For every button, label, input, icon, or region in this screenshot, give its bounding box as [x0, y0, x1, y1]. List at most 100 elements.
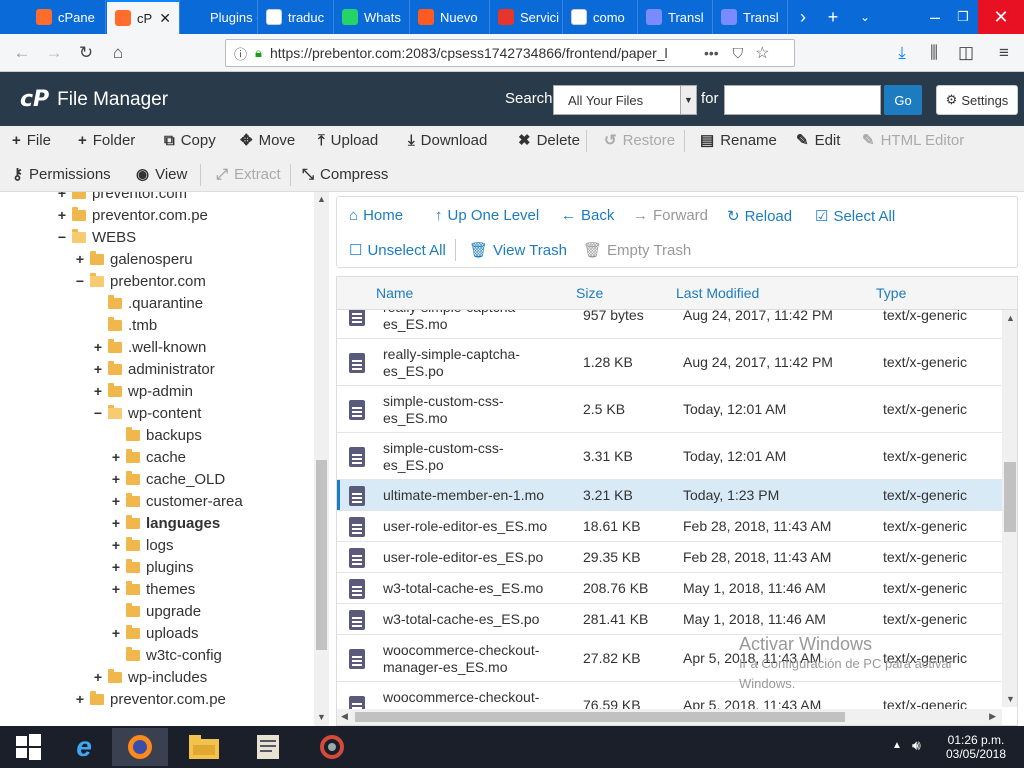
pocket-icon[interactable]: ⛉ [733, 45, 744, 62]
table-row[interactable]: user-role-editor-es_ES.po 29.35 KB Feb 28,… [337, 542, 1002, 573]
file-name[interactable]: user-role-editor-es_ES.mo [383, 518, 563, 535]
html-editor-button[interactable]: ✎ HTML Editor [862, 126, 964, 154]
table-row[interactable]: really-simple-captcha-es_ES.mo 957 bytes A… [337, 310, 1002, 339]
table-row[interactable]: user-role-editor-es_ES.mo 18.61 KB Feb 28,… [337, 511, 1002, 542]
upload-button[interactable]: ⤒ Upload [318, 126, 378, 154]
close-tab-icon[interactable]: ✕ [159, 10, 171, 27]
expand-icon[interactable]: + [92, 339, 104, 355]
expand-icon[interactable]: + [92, 383, 104, 399]
tree-item[interactable]: − WEBS [56, 226, 136, 248]
tab-4[interactable]: traduc [258, 0, 334, 34]
scroll-tabs-right-icon[interactable]: › [786, 0, 820, 34]
url-bar[interactable]: ⓘ 🔒︎ https://prebentor.com:2083/cpsess17… [225, 39, 795, 67]
chevron-up-icon[interactable]: ▲ [317, 194, 326, 204]
move-button[interactable]: ✥ Move [240, 126, 295, 154]
back-arrow-icon[interactable]: ← [8, 40, 36, 66]
bookmark-star-icon[interactable]: ☆ [755, 43, 769, 63]
tree-scrollbar-thumb[interactable] [316, 460, 327, 650]
expand-icon[interactable]: + [56, 207, 68, 223]
tab-2[interactable]: cP ✕ [107, 0, 180, 34]
tree-item[interactable]: w3tc-config [110, 644, 222, 666]
firefox-icon[interactable] [112, 728, 168, 766]
tree-item[interactable]: + wp-admin [92, 380, 193, 402]
chevron-down-icon[interactable]: ▼ [317, 712, 326, 722]
reload-button[interactable]: ↻ Reload [727, 207, 792, 226]
expand-icon[interactable]: + [74, 251, 86, 267]
column-header-name[interactable]: Name [376, 285, 413, 301]
collapse-icon[interactable]: − [92, 405, 104, 421]
download-arrow-icon[interactable]: ⤓ [888, 40, 916, 66]
column-header-type[interactable]: Type [876, 285, 906, 301]
download-button[interactable]: ⤓ Download [408, 126, 487, 154]
file-name[interactable]: woocommerce-checkout-manager-es_ES.mo [383, 642, 563, 676]
empty-trash-button[interactable]: 🗑︎ Empty Trash [583, 241, 691, 260]
expand-icon[interactable]: + [110, 471, 122, 487]
page-actions-icon[interactable]: ••• [704, 45, 719, 61]
expand-icon[interactable]: + [110, 581, 122, 597]
edit-button[interactable]: ✎ Edit [796, 126, 840, 154]
tab-6[interactable]: Nuevo [410, 0, 490, 34]
url-text[interactable]: https://prebentor.com:2083/cpsess1742734… [270, 45, 690, 61]
expand-icon[interactable]: + [110, 515, 122, 531]
windows-start-icon[interactable] [0, 728, 56, 766]
go-button[interactable]: Go [884, 85, 922, 115]
tab-10[interactable]: Transl [713, 0, 788, 34]
file-name[interactable]: simple-custom-css-es_ES.mo [383, 393, 563, 427]
table-row[interactable]: w3-total-cache-es_ES.mo 208.76 KB May 1, 2… [337, 573, 1002, 604]
tree-item[interactable]: + .well-known [92, 336, 206, 358]
tree-item[interactable]: + plugins [110, 556, 194, 578]
list-vertical-scrollbar-thumb[interactable] [1004, 462, 1016, 532]
cpanel-logo[interactable]: cP File Manager [20, 87, 168, 112]
rename-button[interactable]: ▤ Rename [700, 126, 777, 154]
unselect-all-button[interactable]: ☐ Unselect All [349, 241, 446, 260]
expand-icon[interactable]: + [74, 691, 86, 707]
tree-item[interactable]: + logs [110, 534, 174, 556]
file-button[interactable]: + File [12, 126, 51, 154]
tab-list-dropdown-icon[interactable]: ⌄ [848, 0, 882, 34]
tree-item[interactable]: + galenosperu [74, 248, 193, 270]
library-icon[interactable]: ⫼ [920, 40, 948, 66]
collapse-icon[interactable]: − [74, 273, 86, 289]
tree-item[interactable]: .quarantine [92, 292, 203, 314]
expand-icon[interactable]: + [56, 192, 68, 201]
tab-1[interactable]: cPane [28, 0, 106, 34]
file-name[interactable]: simple-custom-css-es_ES.po [383, 440, 563, 474]
forward-arrow-icon[interactable]: → [40, 40, 68, 66]
file-name[interactable]: woocommerce-checkout- [383, 689, 563, 706]
tree-item[interactable]: + cache [110, 446, 186, 468]
home-icon[interactable]: ⌂ [104, 40, 132, 66]
tree-item[interactable]: + customer-area [110, 490, 243, 512]
expand-icon[interactable]: + [92, 669, 104, 685]
file-name[interactable]: really-simple-captcha-es_ES.po [383, 346, 563, 380]
forward-button[interactable]: → Forward [633, 207, 708, 224]
table-row[interactable]: simple-custom-css-es_ES.po 3.31 KB Today, … [337, 433, 1002, 480]
back-button[interactable]: ← Back [561, 207, 614, 224]
up-one-level-button[interactable]: ↑ Up One Level [435, 207, 539, 224]
tree-item[interactable]: − wp-content [92, 402, 201, 424]
tree-item[interactable]: + preventor.com.pe [56, 204, 208, 226]
tree-item[interactable]: − prebentor.com [74, 270, 206, 292]
chevron-up-icon[interactable]: ▲ [1006, 313, 1015, 323]
tree-item[interactable]: + uploads [110, 622, 199, 644]
delete-button[interactable]: ✖ Delete [518, 126, 580, 154]
home-button[interactable]: ⌂ Home [349, 207, 403, 224]
volume-icon[interactable]: 🔊︎ [912, 737, 921, 754]
chevron-left-icon[interactable]: ◀ [341, 711, 348, 722]
column-header-size[interactable]: Size [576, 285, 603, 301]
view-button[interactable]: ◉ View [136, 160, 187, 188]
chevron-right-icon[interactable]: ▶ [989, 711, 996, 722]
file-name[interactable]: w3-total-cache-es_ES.po [383, 611, 563, 628]
info-icon[interactable]: ⓘ [234, 44, 247, 63]
expand-icon[interactable]: + [110, 449, 122, 465]
compress-button[interactable]: ⤡ Compress [302, 160, 388, 188]
tray-chevron-up-icon[interactable]: ▲ [892, 740, 902, 751]
copy-button[interactable]: ⧉ Copy [164, 126, 216, 154]
tab-8[interactable]: como [563, 0, 638, 34]
restore-button[interactable]: ↺ Restore [604, 126, 675, 154]
file-name[interactable]: really-simple-captcha-es_ES.mo [383, 310, 563, 333]
tree-item[interactable]: + languages [110, 512, 220, 534]
tree-item[interactable]: + preventor.com [56, 192, 187, 204]
table-row[interactable]: ultimate-member-en-1.mo 3.21 KB Today, 1:2… [337, 480, 1002, 511]
collapse-icon[interactable]: − [56, 229, 68, 245]
tree-item[interactable]: .tmb [92, 314, 157, 336]
